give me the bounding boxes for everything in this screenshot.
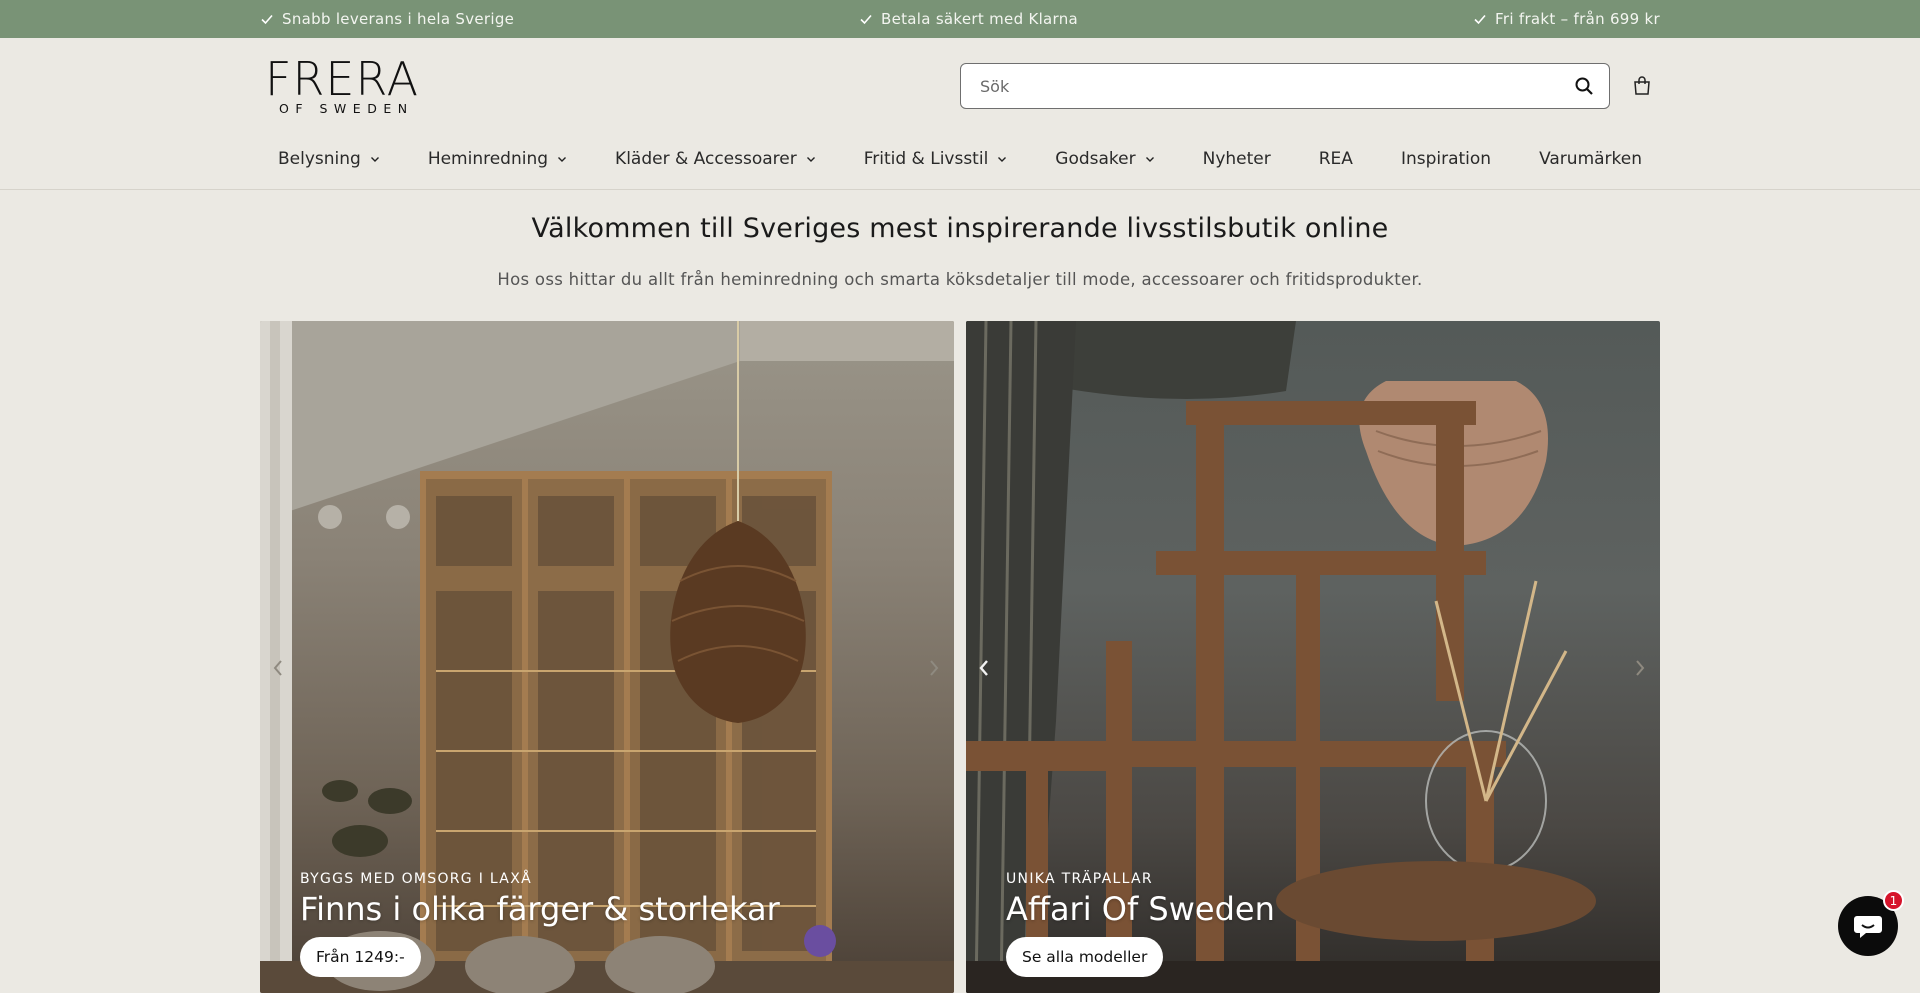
nav-label: Fritid & Livsstil [863, 149, 989, 169]
nav-label: Heminredning [427, 149, 549, 169]
slide-next-button[interactable] [924, 654, 944, 682]
nav-item-nyheter[interactable]: Nyheter [1179, 142, 1295, 176]
nav-item-varumarken[interactable]: Varumärken [1515, 142, 1666, 176]
site-logo[interactable]: FRERA OF SWEDEN [265, 56, 425, 116]
announcement-item: Betala säkert med Klarna [859, 0, 1078, 38]
main-navigation: Belysning Heminredning Kläder & Accessoa… [0, 142, 1920, 176]
nav-label: REA [1318, 149, 1353, 169]
slide-caption: UNIKA TRÄPALLAR Affari Of Sweden Se alla… [1006, 871, 1275, 977]
chevron-down-icon [998, 157, 1007, 162]
chat-launcher-button[interactable]: 1 [1838, 890, 1904, 956]
chevron-down-icon [558, 157, 567, 162]
nav-label: Inspiration [1400, 149, 1492, 169]
announcement-item: Snabb leverans i hela Sverige [260, 0, 514, 38]
chat-notification-badge: 1 [1883, 890, 1904, 911]
announcement-item: Fri frakt – från 699 kr [1473, 0, 1660, 38]
nav-label: Belysning [277, 149, 361, 169]
nav-label: Godsaker [1055, 149, 1136, 169]
slide-caption: BYGGS MED OMSORG I LAXÅ Finns i olika fä… [300, 871, 780, 977]
logo-tagline: OF SWEDEN [279, 101, 414, 116]
nav-item-rea[interactable]: REA [1295, 142, 1377, 176]
chevron-down-icon [1145, 157, 1154, 162]
chevron-down-icon [370, 157, 379, 162]
check-icon [860, 14, 872, 25]
slide-kicker: BYGGS MED OMSORG I LAXÅ [300, 871, 532, 887]
slide-next-button[interactable] [1630, 654, 1650, 682]
chevron-down-icon [806, 157, 815, 162]
nav-label: Varumärken [1539, 149, 1643, 169]
slide-cta-button[interactable]: Se alla modeller [1006, 937, 1164, 977]
search-box [960, 63, 1610, 109]
nav-label: Nyheter [1202, 149, 1271, 169]
slide-prev-button[interactable] [974, 654, 994, 682]
nav-item-inspiration[interactable]: Inspiration [1377, 142, 1515, 176]
announcement-text: Betala säkert med Klarna [881, 10, 1079, 28]
nav-label: Kläder & Accessoarer [615, 149, 797, 169]
slide-headline: Finns i olika färger & storlekar [300, 890, 780, 928]
chat-icon [1854, 916, 1882, 938]
search-input[interactable] [961, 64, 1573, 108]
announcement-text: Snabb leverans i hela Sverige [282, 10, 515, 28]
check-icon [261, 14, 273, 25]
page-subtitle: Hos oss hittar du allt från heminredning… [497, 270, 1423, 289]
check-icon [1474, 14, 1486, 25]
slide-prev-button[interactable] [268, 654, 288, 682]
nav-item-belysning[interactable]: Belysning [254, 142, 404, 176]
announcement-text: Fri frakt – från 699 kr [1495, 10, 1660, 28]
chevron-left-icon [273, 660, 282, 676]
nav-item-fritid-livsstil[interactable]: Fritid & Livsstil [840, 142, 1032, 176]
nav-item-heminredning[interactable]: Heminredning [404, 142, 591, 176]
nav-item-godsaker[interactable]: Godsaker [1031, 142, 1178, 176]
chevron-right-icon [1636, 660, 1645, 676]
cart-icon[interactable] [1628, 72, 1656, 100]
nav-item-klader-accessoarer[interactable]: Kläder & Accessoarer [591, 142, 840, 176]
slide-kicker: UNIKA TRÄPALLAR [1006, 871, 1153, 887]
announcement-bar: Snabb leverans i hela Sverige Betala säk… [0, 0, 1920, 38]
slide-cta-button[interactable]: Från 1249:- [300, 937, 421, 977]
chevron-right-icon [930, 660, 939, 676]
slide-stools[interactable]: UNIKA TRÄPALLAR Affari Of Sweden Se alla… [966, 321, 1660, 993]
search-icon[interactable] [1573, 75, 1595, 97]
site-header: FRERA OF SWEDEN Belysning Heminredning K… [0, 38, 1920, 190]
chevron-left-icon [979, 660, 988, 676]
page-title: Välkommen till Sveriges mest inspirerand… [531, 213, 1389, 244]
slide-headline: Affari Of Sweden [1006, 890, 1275, 928]
logo-wordmark: FRERA [265, 52, 420, 106]
slide-cabinet[interactable]: BYGGS MED OMSORG I LAXÅ Finns i olika fä… [260, 321, 954, 993]
